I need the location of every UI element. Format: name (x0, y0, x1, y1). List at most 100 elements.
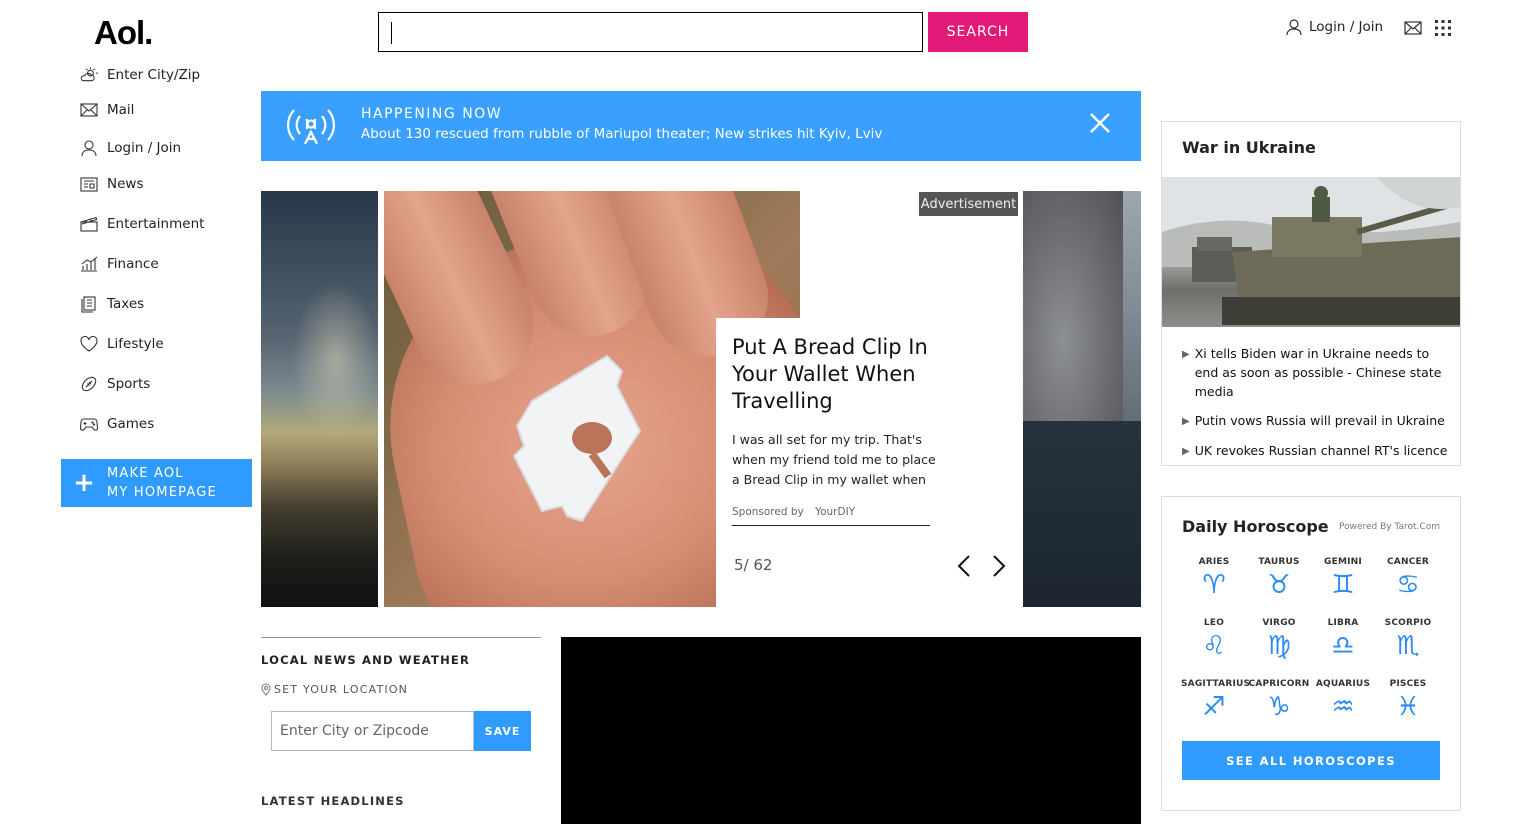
make-homepage-label: MAKE AOL MY HOMEPAGE (107, 466, 217, 500)
zodiac-sign-virgo[interactable]: VIRGO ♍ (1246, 618, 1312, 661)
zipcode-input[interactable] (271, 711, 474, 751)
text-caret (391, 22, 392, 44)
slide-headline[interactable]: Put A Bread Clip In Your Wallet When Tra… (732, 334, 932, 415)
daily-horoscope-card: Daily Horoscope Powered By Tarot.Com ARI… (1161, 496, 1461, 811)
zodiac-sign-taurus[interactable]: TAURUS ♉ (1246, 557, 1312, 600)
save-button[interactable]: SAVE (474, 711, 531, 751)
sidebar-item-lifestyle[interactable]: Lifestyle (80, 324, 252, 364)
plus-icon: + (73, 468, 95, 498)
list-item[interactable]: ▶ Xi tells Biden war in Ukraine needs to … (1182, 344, 1452, 401)
powered-by-label[interactable]: Powered By Tarot.Com (1339, 522, 1440, 532)
sidebar-item-news[interactable]: News (80, 164, 252, 204)
close-icon[interactable] (1089, 112, 1111, 134)
pisces-icon: ♓ (1396, 692, 1420, 722)
sagittarius-icon: ♐ (1202, 692, 1226, 722)
previous-slide-image[interactable] (261, 191, 381, 607)
horoscope-title: Daily Horoscope (1182, 517, 1329, 536)
virgo-icon: ♍ (1267, 631, 1291, 661)
scorpio-icon: ♏ (1396, 631, 1420, 661)
sponsored-prefix: Sponsored by (732, 506, 804, 518)
zodiac-sign-aquarius[interactable]: AQUARIUS ♒ (1310, 679, 1376, 722)
sidebar-item-taxes[interactable]: Taxes (80, 284, 252, 324)
mail-icon[interactable] (1404, 20, 1422, 39)
sidebar-item-label: Enter City/Zip (107, 67, 201, 83)
video-player[interactable] (561, 637, 1141, 824)
capricorn-icon: ♑ (1267, 692, 1291, 722)
list-item[interactable]: ▶ Putin vows Russia will prevail in Ukrai… (1182, 411, 1452, 431)
mail-icon (80, 103, 98, 117)
bread-clip-icon (512, 354, 642, 523)
zodiac-sign-name: CANCER (1387, 557, 1429, 567)
list-item[interactable]: ▶ UK revokes Russian channel RT's licence (1182, 441, 1452, 461)
zodiac-sign-cancer[interactable]: CANCER ♋ (1375, 557, 1441, 600)
location-pin-icon (261, 683, 271, 696)
libra-icon: ♎ (1331, 631, 1355, 661)
slide-total: / 62 (743, 556, 773, 574)
local-news-title: LOCAL NEWS AND WEATHER (261, 653, 471, 667)
zodiac-sign-name: LIBRA (1327, 618, 1359, 628)
chart-icon (81, 256, 98, 272)
zodiac-sign-leo[interactable]: LEO ♌ (1181, 618, 1247, 661)
make-homepage-button[interactable]: + MAKE AOL MY HOMEPAGE (61, 459, 252, 507)
next-slide-image[interactable] (1023, 191, 1141, 607)
gamepad-icon (80, 418, 98, 431)
war-card-title[interactable]: War in Ukraine (1182, 138, 1316, 157)
chevron-right-icon[interactable] (992, 554, 1006, 578)
sidebar-item-label: Entertainment (107, 216, 205, 232)
set-location-link[interactable]: SET YOUR LOCATION (261, 683, 408, 696)
zodiac-sign-name: VIRGO (1262, 618, 1296, 628)
sidebar-item-label: Games (107, 416, 155, 432)
zodiac-sign-name: TAURUS (1258, 557, 1300, 567)
chevron-left-icon[interactable] (957, 554, 971, 578)
triangle-right-icon: ▶ (1182, 446, 1190, 457)
war-in-ukraine-card: War in Ukraine ▶ Xi tells Biden war in Uk… (1161, 121, 1461, 466)
zodiac-sign-name: GEMINI (1324, 557, 1362, 567)
sponsored-by[interactable]: Sponsored by YourDIY (732, 506, 930, 526)
happening-now-title: HAPPENING NOW (361, 106, 503, 122)
zodiac-sign-pisces[interactable]: PISCES ♓ (1375, 679, 1441, 722)
slide-current: 5 (734, 556, 744, 574)
sidebar-item-weather[interactable]: Enter City/Zip (80, 62, 252, 88)
clapperboard-icon (80, 216, 98, 232)
zodiac-sign-name: ARIES (1198, 557, 1230, 567)
sidebar-item-login[interactable]: Login / Join (80, 132, 252, 164)
leo-icon: ♌ (1202, 631, 1226, 661)
weather-icon (80, 67, 98, 82)
header-login-label: Login / Join (1309, 19, 1384, 35)
document-icon (81, 295, 96, 313)
war-headline: Putin vows Russia will prevail in Ukrain… (1194, 413, 1445, 428)
aol-logo[interactable]: Aol. (94, 14, 153, 52)
zodiac-sign-gemini[interactable]: GEMINI ♊ (1310, 557, 1376, 600)
search-input[interactable] (378, 12, 923, 52)
apps-grid-icon[interactable] (1434, 19, 1452, 41)
sponsor-name: YourDIY (815, 506, 856, 518)
user-icon (1286, 19, 1302, 36)
person-coat-shape (1023, 421, 1141, 607)
slide-counter: 5/ 62 (734, 556, 772, 574)
storm-cloud-image (291, 281, 381, 441)
zodiac-sign-name: SAGITTARIUS (1181, 679, 1251, 689)
see-all-horoscopes-button[interactable]: SEE ALL HOROSCOPES (1182, 741, 1440, 780)
zodiac-sign-scorpio[interactable]: SCORPIO ♏ (1375, 618, 1441, 661)
zodiac-sign-capricorn[interactable]: CAPRICORN ♑ (1246, 679, 1312, 722)
happening-now-headline[interactable]: About 130 rescued from rubble of Mariupo… (361, 126, 882, 142)
zodiac-sign-name: PISCES (1389, 679, 1427, 689)
sidebar-item-label: Taxes (107, 296, 145, 312)
sidebar-item-finance[interactable]: Finance (80, 244, 252, 284)
zodiac-sign-sagittarius[interactable]: SAGITTARIUS ♐ (1181, 679, 1251, 722)
zodiac-sign-libra[interactable]: LIBRA ♎ (1310, 618, 1376, 661)
sidebar-item-sports[interactable]: Sports (80, 364, 252, 404)
zodiac-sign-name: CAPRICORN (1248, 679, 1310, 689)
tank-photo[interactable] (1162, 177, 1460, 327)
sidebar-item-label: News (107, 176, 144, 192)
sidebar-item-entertainment[interactable]: Entertainment (80, 204, 252, 244)
search-button[interactable]: SEARCH (928, 12, 1028, 52)
happening-now-banner[interactable]: HAPPENING NOW About 130 rescued from rub… (261, 91, 1141, 161)
sidebar-item-games[interactable]: Games (80, 404, 252, 444)
sidebar-item-mail[interactable]: Mail (80, 88, 252, 132)
zodiac-sign-name: SCORPIO (1384, 618, 1432, 628)
zodiac-sign-aries[interactable]: ARIES ♈ (1181, 557, 1247, 600)
zodiac-sign-name: LEO (1203, 618, 1225, 628)
header-login-link[interactable]: Login / Join (1285, 18, 1383, 36)
news-icon (80, 176, 98, 192)
